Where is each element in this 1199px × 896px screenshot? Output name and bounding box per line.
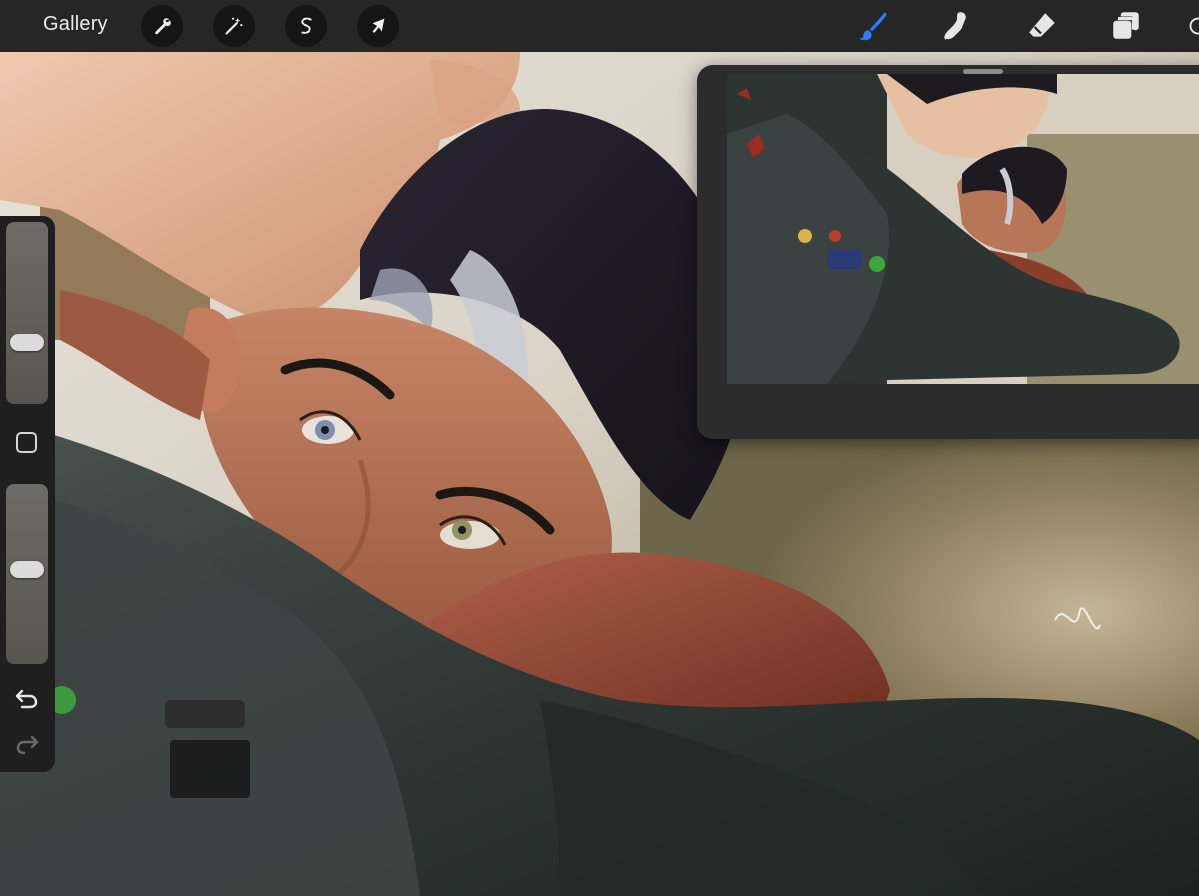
layers-icon	[1113, 12, 1139, 39]
selection-s-icon	[299, 17, 312, 34]
magic-wand-icon	[225, 17, 243, 35]
procreate-app: Gallery	[0, 0, 1199, 896]
reference-artwork	[727, 74, 1199, 384]
brush-tool-button[interactable]	[855, 8, 891, 44]
arrow-cursor-icon	[372, 18, 385, 33]
gallery-button[interactable]: Gallery	[43, 13, 108, 36]
transform-button[interactable]	[357, 5, 399, 47]
eraser-tool-button[interactable]	[1024, 8, 1060, 44]
reference-image	[727, 74, 1199, 384]
eraser-icon	[1029, 13, 1055, 37]
selection-button[interactable]	[285, 5, 327, 47]
actions-button[interactable]	[141, 5, 183, 47]
undo-arrow-icon[interactable]	[13, 686, 41, 710]
top-toolbar: Gallery	[0, 0, 1199, 52]
brush-size-thumb[interactable]	[10, 334, 44, 351]
brush-opacity-slider[interactable]	[6, 484, 48, 664]
smudge-tool-button[interactable]	[938, 8, 974, 44]
left-sidebar	[0, 216, 55, 772]
reference-window[interactable]	[697, 65, 1199, 439]
brush-icon	[859, 12, 887, 41]
redo-arrow-icon[interactable]	[13, 732, 41, 756]
layers-button[interactable]	[1108, 8, 1144, 44]
adjustments-button[interactable]	[213, 5, 255, 47]
color-circle-icon	[1189, 17, 1199, 35]
brush-size-slider[interactable]	[6, 222, 48, 404]
smudge-finger-icon	[944, 12, 966, 40]
square-modify-icon[interactable]	[16, 432, 37, 453]
brush-opacity-thumb[interactable]	[10, 561, 44, 578]
color-button[interactable]	[1188, 8, 1199, 44]
wrench-icon	[155, 18, 171, 35]
